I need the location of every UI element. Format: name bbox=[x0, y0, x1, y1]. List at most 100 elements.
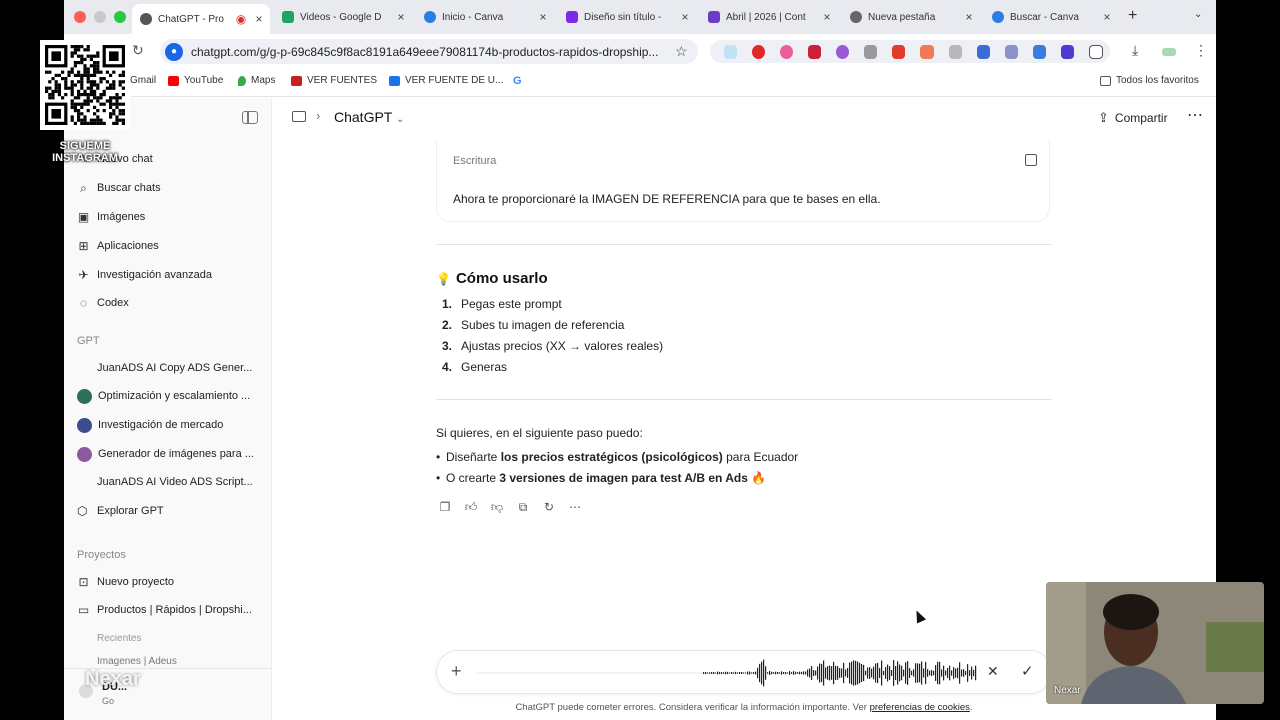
profile-icon[interactable] bbox=[1162, 48, 1176, 56]
qr-module bbox=[118, 118, 122, 122]
sidebar-item-explore-gpts[interactable]: ⬡ Explorar GPT bbox=[77, 501, 164, 521]
sidebar-item-new-project[interactable]: ⊡ Nuevo proyecto bbox=[77, 572, 174, 592]
browser-tab[interactable]: ChatGPT - Pro ◉ × bbox=[132, 4, 270, 34]
new-tab-icon[interactable]: + bbox=[1128, 7, 1137, 25]
qr-module bbox=[77, 93, 81, 97]
url-text[interactable]: chatgpt.com/g/g-p-69c845c9f8ac8191a649ee… bbox=[191, 45, 669, 59]
share-button[interactable]: ⇪ Compartir bbox=[1098, 110, 1168, 126]
waveform-bar bbox=[775, 671, 777, 675]
reload-icon[interactable]: ↻ bbox=[132, 42, 144, 59]
sidebar-item-apps[interactable]: ⊞ Aplicaciones bbox=[77, 236, 158, 256]
browser-menu-icon[interactable]: ⋮ bbox=[1194, 42, 1208, 59]
minimize-window-button[interactable] bbox=[94, 11, 106, 23]
bookmark-maps[interactable]: Maps bbox=[238, 75, 275, 86]
thumbs-down-icon[interactable]: 👎︎ bbox=[490, 500, 504, 514]
extension-icon[interactable] bbox=[1004, 44, 1019, 59]
extension-icon[interactable] bbox=[751, 44, 765, 59]
regenerate-icon[interactable]: ↻ bbox=[542, 500, 556, 514]
bookmark-ver-fuentes[interactable]: VER FUENTES bbox=[291, 75, 377, 86]
close-tab-icon[interactable]: × bbox=[1100, 10, 1114, 24]
cookie-preferences-link[interactable]: preferencias de cookies bbox=[870, 702, 970, 713]
zoom-window-button[interactable] bbox=[114, 11, 126, 23]
browser-tab[interactable]: Abril | 2026 | Cont × bbox=[700, 5, 838, 29]
browser-tab[interactable]: Nueva pestaña × bbox=[842, 5, 980, 29]
waveform-bar bbox=[955, 668, 957, 678]
camera-extension-icon[interactable] bbox=[864, 44, 878, 59]
window-controls bbox=[74, 11, 126, 23]
sidebar-item-images[interactable]: ▣ Imágenes bbox=[77, 207, 145, 227]
list-text: Pegas este prompt bbox=[461, 297, 562, 311]
tab-search-chevron-icon[interactable]: ⌄ bbox=[1194, 9, 1202, 20]
qr-caption-line: SIGUEME bbox=[59, 140, 111, 152]
qr-module bbox=[83, 102, 87, 106]
project-chat-item[interactable]: Imagenes | Adeus bbox=[97, 656, 177, 667]
add-attachment-icon[interactable]: + bbox=[451, 661, 462, 682]
address-bar[interactable]: ● chatgpt.com/g/g-p-69c845c9f8ac8191a649… bbox=[160, 39, 698, 64]
share-canvas-icon[interactable]: ⧉ bbox=[516, 500, 530, 514]
sidebar-item-gpt[interactable]: Generador de imágenes para ... bbox=[77, 444, 254, 464]
close-tab-icon[interactable]: × bbox=[536, 10, 550, 24]
all-bookmarks-button[interactable]: Todos los favoritos bbox=[1100, 75, 1199, 86]
puzzle-extensions-icon[interactable] bbox=[1089, 44, 1103, 59]
extension-icon[interactable] bbox=[1061, 44, 1075, 59]
extension-icon[interactable] bbox=[836, 44, 850, 59]
qr-module bbox=[121, 118, 125, 122]
sidebar-toggle-icon[interactable] bbox=[242, 111, 258, 124]
browser-tab[interactable]: Buscar - Canva × bbox=[984, 5, 1118, 29]
browser-tab[interactable]: Diseño sin título - × bbox=[558, 5, 696, 29]
extension-icon[interactable] bbox=[779, 44, 793, 59]
pinterest-extension-icon[interactable] bbox=[807, 44, 822, 59]
sidebar-item-gpt[interactable]: JuanADS AI Video ADS Script... bbox=[97, 472, 253, 492]
browser-tab[interactable]: Videos - Google D × bbox=[274, 5, 412, 29]
browser-tab-bar: ChatGPT - Pro ◉ × Videos - Google D × In… bbox=[64, 0, 1216, 34]
cancel-dictation-icon[interactable]: ✕ bbox=[987, 663, 999, 680]
qr-module bbox=[105, 80, 109, 84]
waveform-bar bbox=[575, 672, 577, 674]
bookmark-label: YouTube bbox=[184, 75, 224, 86]
extension-icon[interactable] bbox=[976, 44, 990, 59]
waveform-bar bbox=[967, 664, 969, 682]
project-folder-icon[interactable] bbox=[292, 111, 306, 122]
voice-dictation-composer[interactable]: + ✕ ✓ bbox=[436, 650, 1052, 694]
bookmark-gmail[interactable]: Gmail bbox=[130, 75, 156, 86]
close-window-button[interactable] bbox=[74, 11, 86, 23]
sidebar-item-search-chats[interactable]: ⌕ Buscar chats bbox=[77, 178, 160, 198]
extension-icon[interactable] bbox=[920, 44, 934, 59]
close-tab-icon[interactable]: × bbox=[962, 10, 976, 24]
more-actions-icon[interactable]: ⋯ bbox=[568, 500, 582, 514]
bookmark-star-icon[interactable]: ☆ bbox=[675, 43, 688, 60]
sidebar-item-gpt[interactable]: Investigación de mercado bbox=[77, 415, 223, 435]
sidebar-item-gpt[interactable]: JuanADS AI Copy ADS Gener... bbox=[97, 358, 252, 378]
close-tab-icon[interactable]: × bbox=[678, 10, 692, 24]
browser-toolbar: ↻ ● chatgpt.com/g/g-p-69c845c9f8ac8191a6… bbox=[64, 34, 1216, 68]
sidebar-item-codex[interactable]: ◌ Codex bbox=[77, 293, 129, 313]
browser-tab[interactable]: Inicio - Canva × bbox=[416, 5, 554, 29]
close-tab-icon[interactable]: × bbox=[394, 10, 408, 24]
copy-icon[interactable]: ❐ bbox=[438, 500, 452, 514]
download-extension-icon[interactable] bbox=[892, 44, 906, 59]
waveform-bar bbox=[943, 665, 945, 681]
qr-module bbox=[77, 45, 81, 49]
more-options-icon[interactable]: ⋯ bbox=[1187, 105, 1203, 125]
qr-module bbox=[73, 102, 77, 106]
extension-icon[interactable] bbox=[1033, 44, 1047, 59]
bookmark-google[interactable]: G bbox=[513, 75, 522, 87]
close-tab-icon[interactable]: × bbox=[820, 10, 834, 24]
model-selector[interactable]: ChatGPT ⌄ bbox=[334, 109, 404, 125]
shield-extension-icon[interactable] bbox=[948, 44, 962, 59]
sidebar-item-gpt[interactable]: Optimización y escalamiento ... bbox=[77, 386, 250, 406]
downloads-icon[interactable]: ⤓ bbox=[1132, 42, 1138, 59]
sidebar-item-deep-research[interactable]: ✈ Investigación avanzada bbox=[77, 265, 212, 285]
waveform-bar bbox=[905, 662, 907, 684]
lightbulb-icon: 💡 bbox=[436, 271, 451, 286]
close-tab-icon[interactable]: × bbox=[252, 12, 266, 26]
waveform-bar bbox=[651, 672, 653, 674]
bookmark-ver-fuente-de-u[interactable]: VER FUENTE DE U... bbox=[389, 75, 503, 86]
qr-module bbox=[86, 70, 90, 74]
bookmark-youtube[interactable]: YouTube bbox=[168, 75, 223, 86]
lens-extension-icon[interactable] bbox=[723, 44, 737, 59]
sidebar-item-project[interactable]: ▭ Productos | Rápidos | Dropshi... bbox=[77, 600, 252, 620]
confirm-dictation-icon[interactable]: ✓ bbox=[1021, 662, 1034, 680]
copy-icon[interactable] bbox=[1025, 154, 1037, 166]
thumbs-up-icon[interactable]: 👍︎ bbox=[464, 500, 478, 514]
